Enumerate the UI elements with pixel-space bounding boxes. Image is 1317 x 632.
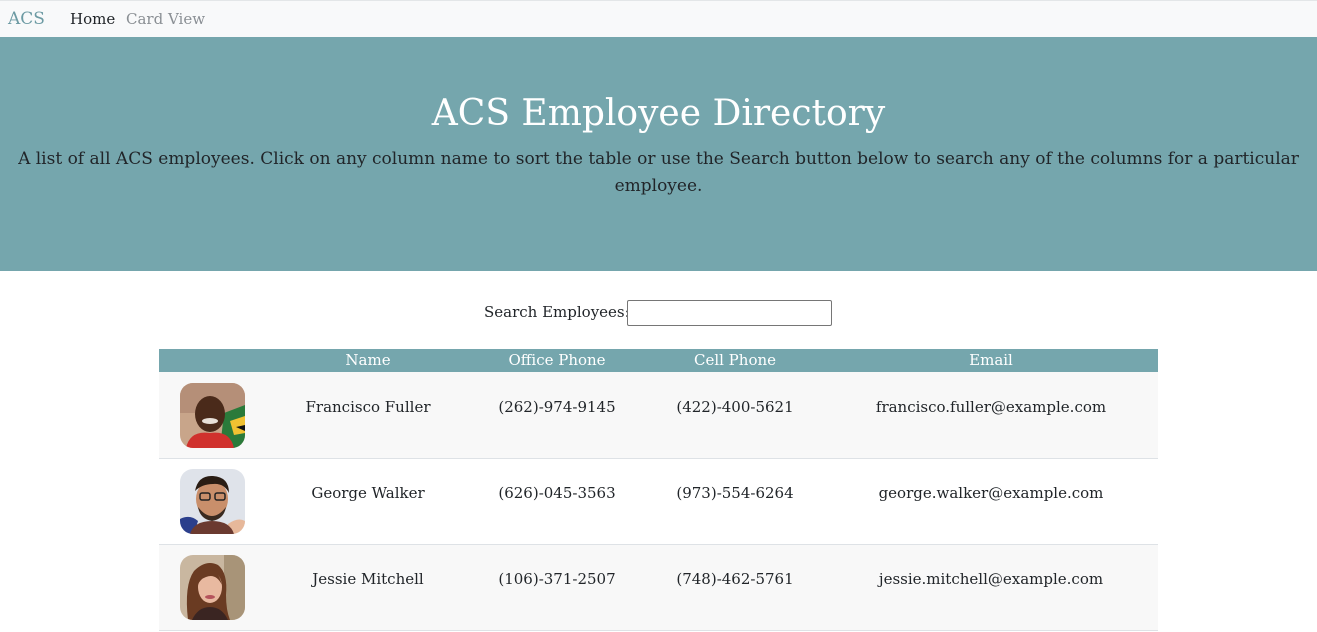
avatar <box>180 469 245 534</box>
nav-home-link[interactable]: Home <box>70 10 115 28</box>
employee-name: Jessie Mitchell <box>312 570 424 588</box>
search-input[interactable] <box>627 300 832 326</box>
nav-card-view-link[interactable]: Card View <box>126 10 205 28</box>
search-bar: Search Employees: <box>0 300 1317 327</box>
office-phone: (106)-371-2507 <box>498 570 616 588</box>
employee-name: Francisco Fuller <box>305 398 431 416</box>
employee-email: george.walker@example.com <box>878 484 1104 502</box>
table-row: George Walker (626)-045-3563 (973)-554-6… <box>159 459 1158 545</box>
office-phone: (262)-974-9145 <box>498 398 616 416</box>
avatar-photo-icon <box>180 555 245 620</box>
column-header-office-phone[interactable]: Office Phone <box>475 351 639 369</box>
avatar <box>180 383 245 448</box>
employee-name: George Walker <box>311 484 425 502</box>
avatar <box>180 555 245 620</box>
avatar-photo-icon <box>180 469 245 534</box>
table-row: Francisco Fuller (262)-974-9145 (422)-40… <box>159 372 1158 459</box>
avatar-photo-icon <box>180 383 245 448</box>
brand-link[interactable]: ACS <box>8 9 45 29</box>
column-header-email[interactable]: Email <box>841 351 1141 369</box>
office-phone: (626)-045-3563 <box>498 484 616 502</box>
header-banner: ACS Employee Directory A list of all ACS… <box>0 37 1317 271</box>
cell-phone: (748)-462-5761 <box>676 570 794 588</box>
table-row: Jessie Mitchell (106)-371-2507 (748)-462… <box>159 545 1158 631</box>
employee-email: francisco.fuller@example.com <box>875 398 1107 416</box>
page-title: ACS Employee Directory <box>431 93 886 134</box>
cell-phone: (973)-554-6264 <box>676 484 794 502</box>
table-header: Name Office Phone Cell Phone Email <box>159 349 1158 372</box>
cell-phone: (422)-400-5621 <box>676 398 794 416</box>
column-header-cell-phone[interactable]: Cell Phone <box>653 351 817 369</box>
navbar: ACS Home Card View <box>0 0 1317 37</box>
page-description: A list of all ACS employees. Click on an… <box>18 149 1299 196</box>
search-label: Search Employees: <box>484 303 630 321</box>
employee-email: jessie.mitchell@example.com <box>878 570 1104 588</box>
column-header-name[interactable]: Name <box>277 351 459 369</box>
